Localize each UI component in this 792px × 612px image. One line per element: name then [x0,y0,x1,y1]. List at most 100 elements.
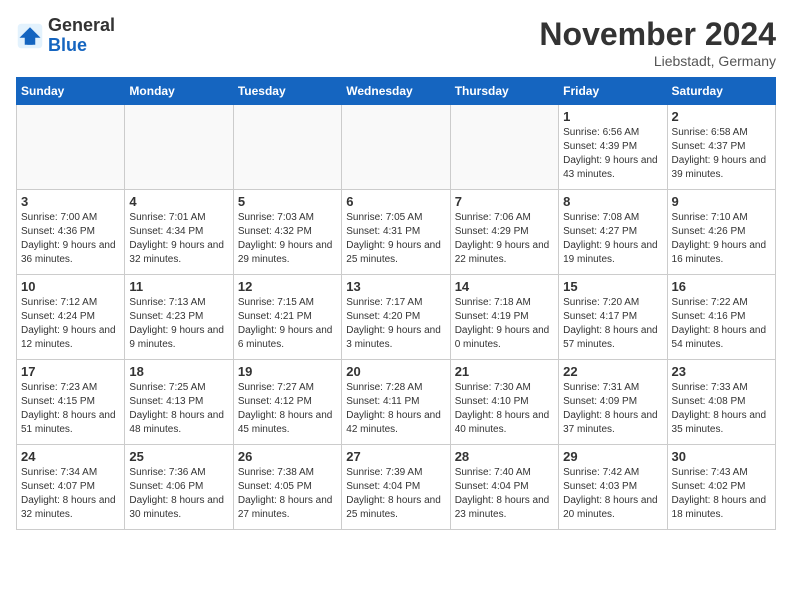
calendar-cell: 27Sunrise: 7:39 AM Sunset: 4:04 PM Dayli… [342,445,450,530]
day-number: 3 [21,194,120,209]
day-number: 19 [238,364,337,379]
day-number: 16 [672,279,771,294]
day-number: 5 [238,194,337,209]
day-info: Sunrise: 7:13 AM Sunset: 4:23 PM Dayligh… [129,296,228,352]
day-info: Sunrise: 7:33 AM Sunset: 4:08 PM Dayligh… [672,381,771,437]
day-number: 28 [455,449,554,464]
week-row-3: 10 Sunrise: 7:12 AM Sunset: 4:24 PM Dayli… [17,275,776,360]
weekday-header-friday: Friday [559,78,667,105]
calendar-cell: 16 Sunrise: 7:22 AM Sunset: 4:16 PM Dayli… [667,275,775,360]
day-info: Sunrise: 7:30 AM Sunset: 4:10 PM Dayligh… [455,381,554,437]
day-info: Sunrise: 7:08 AM Sunset: 4:27 PM Dayligh… [563,211,662,267]
location: Liebstadt, Germany [539,53,776,69]
calendar-table: SundayMondayTuesdayWednesdayThursdayFrid… [16,77,776,530]
day-number: 4 [129,194,228,209]
day-number: 23 [672,364,771,379]
day-number: 17 [21,364,120,379]
weekday-header-row: SundayMondayTuesdayWednesdayThursdayFrid… [17,78,776,105]
day-number: 10 [21,279,120,294]
calendar-cell: 13 Sunrise: 7:17 AM Sunset: 4:20 PM Dayli… [342,275,450,360]
week-row-4: 17Sunrise: 7:23 AM Sunset: 4:15 PM Dayli… [17,360,776,445]
calendar-cell: 14Sunrise: 7:18 AM Sunset: 4:19 PM Dayli… [450,275,558,360]
day-info: Sunrise: 7:17 AM Sunset: 4:20 PM Dayligh… [346,296,445,352]
week-row-5: 24Sunrise: 7:34 AM Sunset: 4:07 PM Dayli… [17,445,776,530]
day-info: Sunrise: 7:36 AM Sunset: 4:06 PM Dayligh… [129,466,228,522]
day-info: Sunrise: 6:56 AM Sunset: 4:39 PM Dayligh… [563,126,662,182]
calendar-cell: 4 Sunrise: 7:01 AM Sunset: 4:34 PM Daylig… [125,190,233,275]
day-info: Sunrise: 7:01 AM Sunset: 4:34 PM Dayligh… [129,211,228,267]
day-number: 22 [563,364,662,379]
day-info: Sunrise: 7:12 AM Sunset: 4:24 PM Dayligh… [21,296,120,352]
day-number: 7 [455,194,554,209]
day-info: Sunrise: 7:15 AM Sunset: 4:21 PM Dayligh… [238,296,337,352]
calendar-cell: 29 Sunrise: 7:42 AM Sunset: 4:03 PM Dayli… [559,445,667,530]
calendar-cell: 22 Sunrise: 7:31 AM Sunset: 4:09 PM Dayli… [559,360,667,445]
weekday-header-sunday: Sunday [17,78,125,105]
day-info: Sunrise: 7:00 AM Sunset: 4:36 PM Dayligh… [21,211,120,267]
weekday-header-monday: Monday [125,78,233,105]
month-title: November 2024 [539,16,776,53]
weekday-header-tuesday: Tuesday [233,78,341,105]
day-info: Sunrise: 7:06 AM Sunset: 4:29 PM Dayligh… [455,211,554,267]
calendar-cell: 24Sunrise: 7:34 AM Sunset: 4:07 PM Dayli… [17,445,125,530]
day-number: 2 [672,109,771,124]
day-info: Sunrise: 7:20 AM Sunset: 4:17 PM Dayligh… [563,296,662,352]
day-number: 25 [129,449,228,464]
day-number: 1 [563,109,662,124]
title-block: November 2024 Liebstadt, Germany [539,16,776,69]
calendar-cell: 6 Sunrise: 7:05 AM Sunset: 4:31 PM Daylig… [342,190,450,275]
day-number: 13 [346,279,445,294]
calendar-cell [233,105,341,190]
day-info: Sunrise: 7:03 AM Sunset: 4:32 PM Dayligh… [238,211,337,267]
week-row-2: 3 Sunrise: 7:00 AM Sunset: 4:36 PM Daylig… [17,190,776,275]
day-number: 11 [129,279,228,294]
day-number: 20 [346,364,445,379]
day-info: Sunrise: 7:40 AM Sunset: 4:04 PM Dayligh… [455,466,554,522]
weekday-header-wednesday: Wednesday [342,78,450,105]
calendar-cell [342,105,450,190]
day-number: 6 [346,194,445,209]
day-info: Sunrise: 7:18 AM Sunset: 4:19 PM Dayligh… [455,296,554,352]
day-info: Sunrise: 7:39 AM Sunset: 4:04 PM Dayligh… [346,466,445,522]
logo-blue-text: Blue [48,35,87,55]
calendar-cell: 2 Sunrise: 6:58 AM Sunset: 4:37 PM Daylig… [667,105,775,190]
calendar-cell: 28 Sunrise: 7:40 AM Sunset: 4:04 PM Dayli… [450,445,558,530]
day-info: Sunrise: 7:27 AM Sunset: 4:12 PM Dayligh… [238,381,337,437]
calendar-cell: 18 Sunrise: 7:25 AM Sunset: 4:13 PM Dayli… [125,360,233,445]
day-number: 12 [238,279,337,294]
calendar-cell: 8 Sunrise: 7:08 AM Sunset: 4:27 PM Daylig… [559,190,667,275]
day-number: 15 [563,279,662,294]
day-number: 8 [563,194,662,209]
calendar-cell: 23 Sunrise: 7:33 AM Sunset: 4:08 PM Dayli… [667,360,775,445]
day-info: Sunrise: 7:38 AM Sunset: 4:05 PM Dayligh… [238,466,337,522]
day-info: Sunrise: 6:58 AM Sunset: 4:37 PM Dayligh… [672,126,771,182]
calendar-cell: 25 Sunrise: 7:36 AM Sunset: 4:06 PM Dayli… [125,445,233,530]
calendar-cell [450,105,558,190]
calendar-cell: 12 Sunrise: 7:15 AM Sunset: 4:21 PM Dayli… [233,275,341,360]
day-number: 18 [129,364,228,379]
calendar-cell: 26 Sunrise: 7:38 AM Sunset: 4:05 PM Dayli… [233,445,341,530]
day-info: Sunrise: 7:25 AM Sunset: 4:13 PM Dayligh… [129,381,228,437]
day-info: Sunrise: 7:42 AM Sunset: 4:03 PM Dayligh… [563,466,662,522]
calendar-cell [125,105,233,190]
day-info: Sunrise: 7:05 AM Sunset: 4:31 PM Dayligh… [346,211,445,267]
calendar-cell: 20Sunrise: 7:28 AM Sunset: 4:11 PM Dayli… [342,360,450,445]
day-info: Sunrise: 7:31 AM Sunset: 4:09 PM Dayligh… [563,381,662,437]
day-number: 24 [21,449,120,464]
calendar-cell: 10 Sunrise: 7:12 AM Sunset: 4:24 PM Dayli… [17,275,125,360]
day-number: 29 [563,449,662,464]
day-info: Sunrise: 7:43 AM Sunset: 4:02 PM Dayligh… [672,466,771,522]
day-number: 26 [238,449,337,464]
calendar-cell: 30 Sunrise: 7:43 AM Sunset: 4:02 PM Dayli… [667,445,775,530]
page-header: General Blue November 2024 Liebstadt, Ge… [16,16,776,69]
day-info: Sunrise: 7:22 AM Sunset: 4:16 PM Dayligh… [672,296,771,352]
weekday-header-thursday: Thursday [450,78,558,105]
weekday-header-saturday: Saturday [667,78,775,105]
calendar-cell: 15 Sunrise: 7:20 AM Sunset: 4:17 PM Dayli… [559,275,667,360]
day-number: 9 [672,194,771,209]
calendar-cell [17,105,125,190]
calendar-cell: 3 Sunrise: 7:00 AM Sunset: 4:36 PM Daylig… [17,190,125,275]
logo-icon [16,22,44,50]
calendar-cell: 11 Sunrise: 7:13 AM Sunset: 4:23 PM Dayli… [125,275,233,360]
day-number: 30 [672,449,771,464]
